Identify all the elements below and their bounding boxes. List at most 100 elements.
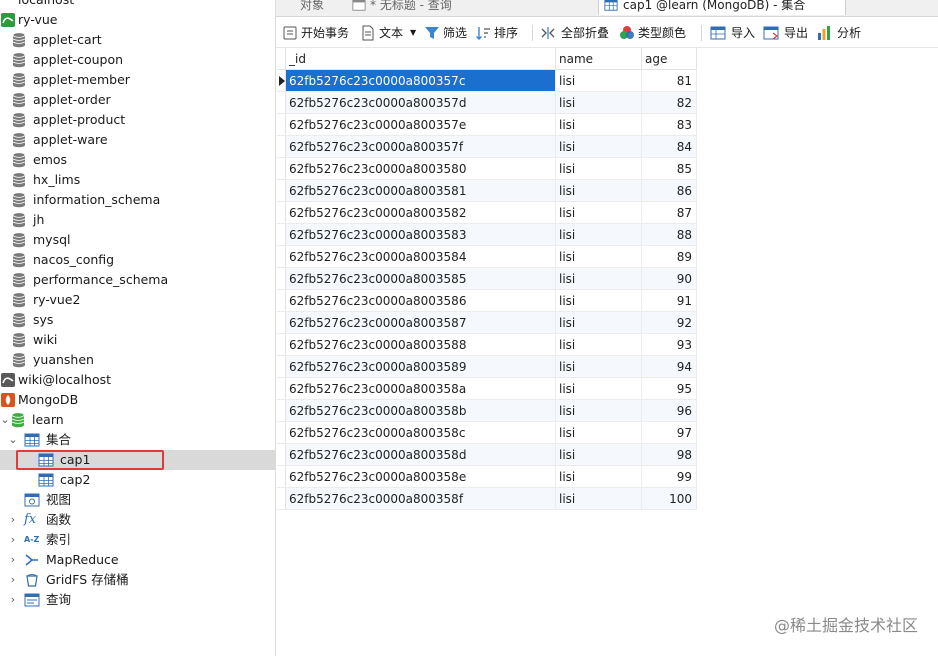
cell-name[interactable]: lisi [555, 201, 642, 224]
table-row[interactable]: 62fb5276c23c0000a800358d lisi 98 [277, 443, 697, 466]
table-row[interactable]: 62fb5276c23c0000a8003583 lisi 88 [277, 223, 697, 246]
cell-age[interactable]: 97 [641, 421, 697, 444]
row-marker[interactable] [277, 245, 286, 268]
type-color-button[interactable]: 类型颜色 [619, 23, 691, 43]
cell-name[interactable]: lisi [555, 245, 642, 268]
cell-name[interactable]: lisi [555, 113, 642, 136]
tree-database-item[interactable]: mysql [0, 230, 275, 250]
cell-name[interactable]: lisi [555, 333, 642, 356]
tree-database-item[interactable]: applet-product [0, 110, 275, 130]
row-marker[interactable] [277, 135, 286, 158]
chevron-right-icon[interactable]: › [8, 590, 18, 610]
cell-age[interactable]: 89 [641, 245, 697, 268]
row-marker[interactable] [277, 465, 286, 488]
table-row[interactable]: 62fb5276c23c0000a800357f lisi 84 [277, 135, 697, 158]
table-row[interactable]: 62fb5276c23c0000a8003584 lisi 89 [277, 245, 697, 268]
row-marker[interactable] [277, 157, 286, 180]
tree-database-item[interactable]: yuanshen [0, 350, 275, 370]
cell-age[interactable]: 98 [641, 443, 697, 466]
column-header-id[interactable]: _id [285, 48, 556, 70]
cell-id[interactable]: 62fb5276c23c0000a800357e [285, 113, 556, 136]
export-button[interactable]: 导出 [763, 23, 809, 43]
tree-database-item[interactable]: applet-member [0, 70, 275, 90]
tree-database-item[interactable]: information_schema [0, 190, 275, 210]
cell-name[interactable]: lisi [555, 267, 642, 290]
cell-name[interactable]: lisi [555, 289, 642, 312]
table-row[interactable]: 62fb5276c23c0000a800358f lisi 100 [277, 487, 697, 510]
row-marker[interactable] [277, 421, 286, 444]
cell-age[interactable]: 93 [641, 333, 697, 356]
table-row[interactable]: 62fb5276c23c0000a8003587 lisi 92 [277, 311, 697, 334]
cell-id[interactable]: 62fb5276c23c0000a8003584 [285, 245, 556, 268]
cell-id[interactable]: 62fb5276c23c0000a800357f [285, 135, 556, 158]
cell-name[interactable]: lisi [555, 157, 642, 180]
cell-age[interactable]: 92 [641, 311, 697, 334]
tree-database-item[interactable]: performance_schema [0, 270, 275, 290]
row-marker[interactable] [277, 179, 286, 202]
tree-collection-cap2[interactable]: cap2 [0, 470, 275, 490]
table-row[interactable]: 62fb5276c23c0000a8003585 lisi 90 [277, 267, 697, 290]
cell-name[interactable]: lisi [555, 179, 642, 202]
cell-id[interactable]: 62fb5276c23c0000a8003581 [285, 179, 556, 202]
table-row[interactable]: 62fb5276c23c0000a800358e lisi 99 [277, 465, 697, 488]
tree-database-item[interactable]: applet-cart [0, 30, 275, 50]
cell-age[interactable]: 81 [641, 69, 697, 92]
cell-age[interactable]: 94 [641, 355, 697, 378]
cell-name[interactable]: lisi [555, 223, 642, 246]
cell-age[interactable]: 86 [641, 179, 697, 202]
text-view-dropdown[interactable]: 文本 ▼ [360, 23, 416, 43]
begin-transaction-button[interactable]: 开始事务 [282, 23, 354, 43]
row-marker[interactable] [277, 377, 286, 400]
cell-id[interactable]: 62fb5276c23c0000a8003588 [285, 333, 556, 356]
tree-group-views[interactable]: 视图 [0, 490, 275, 510]
chevron-right-icon[interactable]: › [8, 570, 18, 590]
cell-age[interactable]: 99 [641, 465, 697, 488]
row-marker[interactable] [277, 113, 286, 136]
cell-age[interactable]: 85 [641, 157, 697, 180]
cell-id[interactable]: 62fb5276c23c0000a800357d [285, 91, 556, 114]
cell-age[interactable]: 87 [641, 201, 697, 224]
cell-age[interactable]: 83 [641, 113, 697, 136]
tree-database-learn[interactable]: ⌄ learn [0, 410, 275, 430]
tree-database-item[interactable]: applet-coupon [0, 50, 275, 70]
table-row[interactable]: 62fb5276c23c0000a800357d lisi 82 [277, 91, 697, 114]
cell-name[interactable]: lisi [555, 91, 642, 114]
filter-button[interactable]: 筛选 [424, 23, 470, 43]
cell-id[interactable]: 62fb5276c23c0000a800357c [285, 69, 556, 92]
row-marker[interactable] [277, 333, 286, 356]
tree-database-item[interactable]: sys [0, 310, 275, 330]
cell-name[interactable]: lisi [555, 421, 642, 444]
tree-database-item[interactable]: ry-vue2 [0, 290, 275, 310]
row-marker[interactable] [277, 223, 286, 246]
cell-age[interactable]: 100 [641, 487, 697, 510]
cell-name[interactable]: lisi [555, 377, 642, 400]
tree-database-item[interactable]: emos [0, 150, 275, 170]
cell-age[interactable]: 82 [641, 91, 697, 114]
table-row[interactable]: 62fb5276c23c0000a800358b lisi 96 [277, 399, 697, 422]
table-row[interactable]: 62fb5276c23c0000a8003586 lisi 91 [277, 289, 697, 312]
tree-connection-ry-vue[interactable]: ry-vue [0, 10, 275, 30]
tree-database-item[interactable]: applet-ware [0, 130, 275, 150]
column-header-name[interactable]: name [555, 48, 642, 70]
tab-cap1-collection[interactable]: cap1 @learn (MongoDB) - 集合 [598, 0, 846, 15]
cell-age[interactable]: 96 [641, 399, 697, 422]
cell-age[interactable]: 95 [641, 377, 697, 400]
table-row[interactable]: 62fb5276c23c0000a8003581 lisi 86 [277, 179, 697, 202]
cell-id[interactable]: 62fb5276c23c0000a8003589 [285, 355, 556, 378]
tree-database-item[interactable]: nacos_config [0, 250, 275, 270]
tree-connection-wiki[interactable]: wiki@localhost [0, 370, 275, 390]
cell-id[interactable]: 62fb5276c23c0000a800358e [285, 465, 556, 488]
analyze-button[interactable]: 分析 [816, 23, 862, 43]
sort-button[interactable]: 排序 [475, 23, 521, 43]
cell-id[interactable]: 62fb5276c23c0000a8003585 [285, 267, 556, 290]
tree-group-mapreduce[interactable]: › MapReduce [0, 550, 275, 570]
cell-name[interactable]: lisi [555, 487, 642, 510]
cell-name[interactable]: lisi [555, 311, 642, 334]
row-marker[interactable] [277, 355, 286, 378]
chevron-down-icon[interactable]: ⌄ [0, 410, 10, 430]
tree-database-item[interactable]: applet-order [0, 90, 275, 110]
row-marker[interactable] [277, 267, 286, 290]
tree-group-queries[interactable]: › 查询 [0, 590, 275, 610]
cell-age[interactable]: 91 [641, 289, 697, 312]
tree-database-item[interactable]: jh [0, 210, 275, 230]
